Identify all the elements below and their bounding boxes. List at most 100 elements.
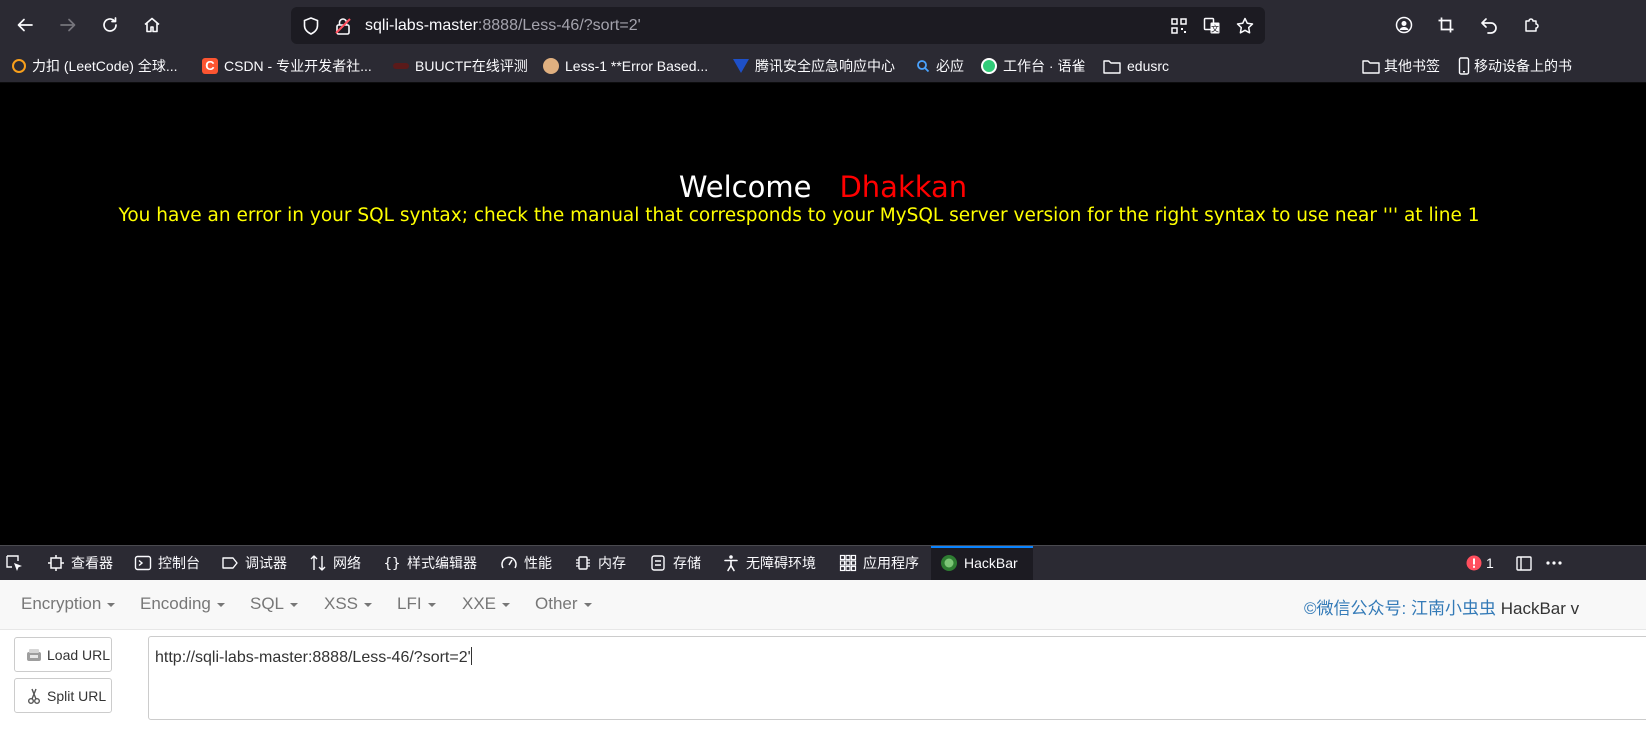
tab-memory[interactable]: 内存 [574,553,626,573]
credit-text: ©微信公众号: 江南小虫虫 [1304,599,1496,618]
tab-debugger[interactable]: 调试器 [221,553,287,573]
bookmark-folder-other[interactable]: 其他书签 [1362,56,1440,76]
tab-application[interactable]: 应用程序 [839,553,919,573]
tab-accessibility[interactable]: 无障碍环境 [722,553,816,573]
caret-down-icon [502,603,511,607]
storage-icon [651,555,665,571]
tab-label: 查看器 [71,555,113,571]
split-url-button[interactable]: Split URL [14,678,112,713]
tab-network[interactable]: 网络 [309,553,361,573]
menu-xxe[interactable]: XXE [462,594,511,614]
menu-label: XSS [324,594,359,613]
tab-style-editor[interactable]: {} 样式编辑器 [383,553,477,573]
memory-chip-icon [576,556,590,570]
accessibility-icon [724,555,738,572]
bookmark-bing[interactable]: 必应 [916,56,964,76]
tab-storage[interactable]: 存储 [649,553,701,573]
bookmark-label: 力扣 (LeetCode) 全球... [32,58,178,74]
debugger-icon [222,557,238,569]
devtools-tabbar: 查看器 控制台 调试器 网络 {} 样式编辑器 性能 内存 存储 无障碍环境 应… [0,545,1646,581]
bookmark-buuctf[interactable]: BUUCTF在线评测 [393,56,528,76]
bookmark-csdn[interactable]: C CSDN - 专业开发者社... [202,56,372,76]
bookmark-tsrc[interactable]: 腾讯安全应急响应中心 [733,56,895,76]
tab-label: HackBar [964,555,1018,571]
folder-icon [1103,60,1121,74]
responsive-design-icon [1516,556,1532,571]
bookmark-leetcode[interactable]: 力扣 (LeetCode) 全球... [12,56,178,76]
load-icon [27,648,41,661]
tab-performance[interactable]: 性能 [500,553,552,573]
hackbar-icon [941,555,957,571]
scissors-icon [28,688,40,704]
bookmark-folder-mobile[interactable]: 移动设备上的书 [1458,56,1572,76]
folder-icon [1362,60,1380,74]
bookmark-folder-edusrc[interactable]: edusrc [1103,56,1169,76]
hackbar-url-textarea[interactable]: http://sqli-labs-master:8888/Less-46/?so… [148,636,1646,720]
url-text[interactable]: sqli-labs-master:8888/Less-46/?sort=2' [365,16,641,36]
url-host: sqli-labs-master [365,17,478,34]
console-icon [134,555,152,571]
tab-hackbar[interactable]: HackBar [931,546,1033,581]
menu-label: SQL [250,594,285,613]
mobile-device-icon [1458,57,1470,75]
browser-toolbar: sqli-labs-master:8888/Less-46/?sort=2' 文 [0,0,1646,48]
page-viewport: Welcome Dhakkan You have an error in your… [0,84,1646,545]
leetcode-icon [12,59,26,73]
forward-button[interactable] [53,10,83,40]
bookmark-label: Less-1 **Error Based... [565,58,709,74]
caret-down-icon [583,603,592,607]
avatar-icon [543,58,559,74]
load-url-button[interactable]: Load URL [14,637,112,672]
insecure-lock-icon[interactable] [333,16,353,36]
buuctf-icon [393,63,409,69]
menu-encryption[interactable]: Encryption [21,594,116,614]
undo-button[interactable] [1474,10,1504,40]
menu-label: Encoding [140,594,211,613]
menu-sql[interactable]: SQL [250,594,299,614]
screenshot-button[interactable] [1431,10,1461,40]
bookmark-yuque[interactable]: 工作台 · 语雀 [981,56,1085,76]
reload-button[interactable] [95,10,125,40]
csdn-icon: C [202,58,218,74]
tab-console[interactable]: 控制台 [134,553,200,573]
devtools-menu-button[interactable] [1545,553,1569,573]
caret-down-icon [364,603,373,607]
bookmark-less1[interactable]: Less-1 **Error Based... [543,56,708,76]
extensions-button[interactable] [1517,10,1547,40]
home-icon [144,17,160,33]
tab-label: 调试器 [245,555,287,571]
bookmark-label: 腾讯安全应急响应中心 [755,58,895,74]
responsive-mode-button[interactable] [1515,553,1539,573]
welcome-text: Welcome [678,170,812,204]
svg-text:{}: {} [384,556,401,572]
error-icon [1466,555,1482,571]
tab-inspector[interactable]: 查看器 [47,553,113,573]
bookmark-label: CSDN - 专业开发者社... [224,58,372,74]
url-bar[interactable]: sqli-labs-master:8888/Less-46/?sort=2' 文 [291,7,1265,44]
svg-text:文: 文 [1211,24,1219,34]
button-label: Load URL [47,646,111,663]
shield-icon[interactable] [301,16,321,36]
menu-encoding[interactable]: Encoding [140,594,225,614]
error-count-badge[interactable]: 1 [1466,553,1494,573]
search-icon [917,60,930,73]
caret-down-icon [290,603,299,607]
menu-other[interactable]: Other [535,594,592,614]
menu-lfi[interactable]: LFI [397,594,436,614]
account-button[interactable] [1389,10,1419,40]
element-picker-button[interactable] [5,553,29,573]
arrow-right-icon [60,18,76,32]
url-value: http://sqli-labs-master:8888/Less-46/?so… [155,649,471,666]
arrow-left-icon [17,18,33,32]
menu-xss[interactable]: XSS [324,594,373,614]
star-icon[interactable] [1235,16,1255,36]
home-button[interactable] [137,10,167,40]
welcome-heading: Welcome Dhakkan [0,170,1646,204]
back-button[interactable] [10,10,40,40]
error-count: 1 [1486,555,1494,571]
tab-label: 存储 [673,555,701,571]
qr-code-icon[interactable] [1169,16,1189,36]
url-path: :8888/Less-46/?sort=2' [477,17,641,34]
translate-icon[interactable]: 文 [1202,16,1222,36]
button-label: Split URL [47,687,107,704]
